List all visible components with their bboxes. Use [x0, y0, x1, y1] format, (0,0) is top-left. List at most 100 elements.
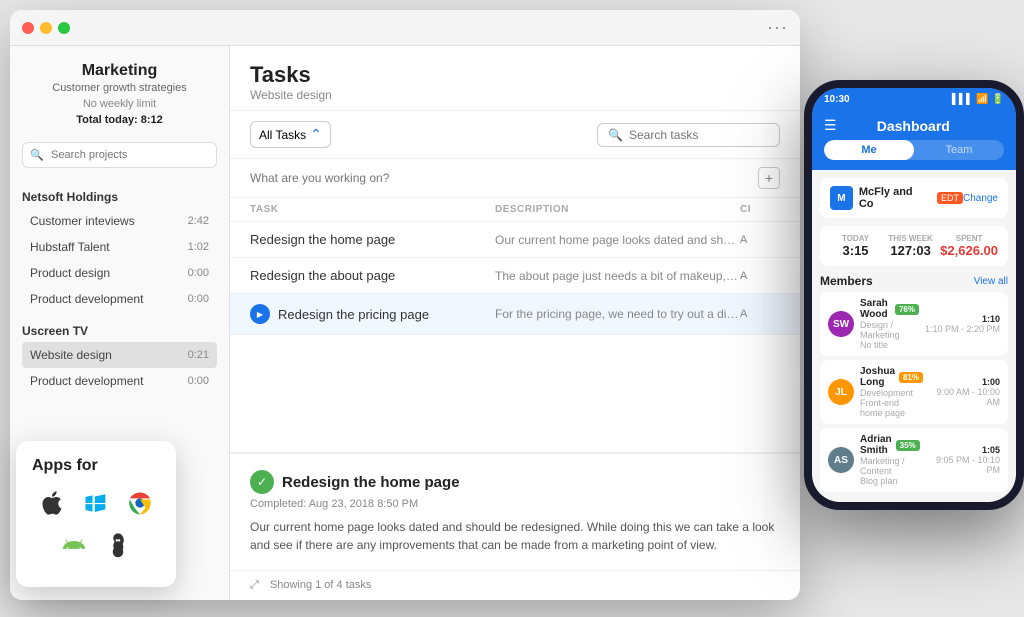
stat-week: THIS WEEK 127:03	[885, 234, 936, 258]
workspace-badge: EDT	[937, 192, 963, 204]
members-title: Members	[820, 274, 873, 288]
table-row[interactable]: ▶ Redesign the pricing page For the pric…	[230, 294, 800, 335]
task-filter-dropdown[interactable]: All Tasks ⌃	[250, 121, 331, 148]
projects-section-header: Projects View all	[820, 500, 1008, 502]
phone-screen: 10:30 ▌▌▌ 📶 🔋 ☰ Dashboard Me Team	[812, 88, 1016, 502]
member-role: Development	[860, 388, 923, 398]
member-time: 1:10 1:10 PM - 2:20 PM	[925, 314, 1000, 334]
task-desc: Our current home page looks dated and sh…	[495, 233, 740, 247]
member-badge: 35%	[896, 440, 920, 451]
page-subtitle: Website design	[250, 88, 780, 102]
footer-task-count: Showing 1 of 4 tasks	[270, 579, 372, 591]
member-role: Marketing / Content	[860, 456, 920, 476]
scene: ··· Marketing Customer growth strategies…	[0, 0, 1024, 617]
task-name: ▶ Redesign the pricing page	[250, 304, 495, 324]
detail-icon: ✓	[250, 470, 274, 494]
apps-row-1	[32, 487, 160, 519]
apple-icon[interactable]	[36, 487, 68, 519]
detail-text: Our current home page looks dated and sh…	[250, 518, 780, 554]
task-footer: ⤢ Showing 1 of 4 tasks	[230, 570, 800, 600]
phone-toggle-team[interactable]: Team	[914, 140, 1004, 160]
task-assign: A	[740, 270, 780, 282]
sidebar-item-product-design[interactable]: Product design 0:00	[22, 260, 217, 286]
sidebar-item-product-development-netsoft[interactable]: Product development 0:00	[22, 286, 217, 312]
window-menu-icon[interactable]: ···	[767, 17, 788, 38]
stat-week-value: 127:03	[885, 243, 936, 258]
mac-titlebar: ···	[10, 10, 800, 46]
task-search[interactable]: 🔍	[597, 123, 780, 147]
sidebar-title: Marketing	[26, 62, 213, 80]
sidebar-item-product-development-uscreen[interactable]: Product development 0:00	[22, 368, 217, 394]
task-play-button[interactable]: ▶	[250, 304, 270, 324]
signal-icon: ▌▌▌	[952, 94, 973, 105]
member-badge: 76%	[895, 304, 919, 315]
sidebar-item-website-design[interactable]: Website design 0:21	[22, 342, 217, 368]
list-item[interactable]: JL Joshua Long 81% Development Front-end…	[820, 360, 1008, 424]
apps-row-2	[32, 529, 160, 561]
list-item[interactable]: SW Sarah Wood 76% Design / Marketing No …	[820, 292, 1008, 356]
phone-workspace[interactable]: M McFly and Co EDT Change	[820, 178, 1008, 218]
search-icon: 🔍	[30, 149, 44, 162]
projects-view-all[interactable]: View all	[974, 502, 1008, 503]
task-desc: The about page just needs a bit of makeu…	[495, 269, 740, 283]
sidebar-search[interactable]: 🔍	[22, 142, 217, 168]
section-title-netsoft: Netsoft Holdings	[22, 186, 217, 208]
sidebar-item-customer-interviews[interactable]: Customer inteviews 2:42	[22, 208, 217, 234]
table-row[interactable]: Redesign the home page Our current home …	[230, 222, 800, 258]
detail-panel: ✓ Redesign the home page Completed: Aug …	[230, 452, 800, 570]
phone-body: M McFly and Co EDT Change TODAY 3:15 THI…	[812, 170, 1016, 502]
minimize-button[interactable]	[40, 22, 52, 34]
search-projects-input[interactable]	[22, 142, 217, 168]
expand-icon[interactable]: ⤢	[250, 579, 259, 591]
detail-meta: Completed: Aug 23, 2018 8:50 PM	[250, 498, 780, 510]
sidebar-section-uscreen: Uscreen TV Website design 0:21 Product d…	[10, 314, 229, 396]
task-assign: A	[740, 308, 780, 320]
windows-icon[interactable]	[80, 487, 112, 519]
member-time-main: 1:05	[926, 445, 1000, 455]
main-header: Tasks Website design	[230, 46, 800, 111]
member-name: Adrian Smith	[860, 434, 892, 456]
what-working-input[interactable]	[250, 171, 750, 185]
chrome-icon[interactable]	[124, 487, 156, 519]
member-info: Adrian Smith 35% Marketing / Content Blo…	[860, 434, 920, 486]
member-role: Design / Marketing	[860, 320, 919, 340]
sidebar-section-netsoft: Netsoft Holdings Customer inteviews 2:42…	[10, 180, 229, 314]
workspace-change-button[interactable]: Change	[963, 193, 998, 204]
table-row[interactable]: Redesign the about page The about page j…	[230, 258, 800, 294]
list-item[interactable]: AS Adrian Smith 35% Marketing / Content …	[820, 428, 1008, 492]
workspace-left: M McFly and Co EDT	[830, 186, 963, 210]
close-button[interactable]	[22, 22, 34, 34]
stat-spent: SPENT $2,626.00	[940, 234, 998, 258]
traffic-lights	[22, 22, 70, 34]
search-tasks-input[interactable]	[629, 128, 769, 142]
sidebar-item-hubstaff-talent[interactable]: Hubstaff Talent 1:02	[22, 234, 217, 260]
member-note: No title	[860, 340, 919, 350]
hamburger-menu-icon[interactable]: ☰	[824, 117, 837, 134]
member-info: Sarah Wood 76% Design / Marketing No tit…	[860, 298, 919, 350]
phone-time: 10:30	[824, 94, 850, 105]
member-time-range: 9:00 AM - 10:00 AM	[929, 387, 1000, 407]
phone-header: ☰ Dashboard Me Team	[812, 109, 1016, 170]
apps-overlay: Apps for	[16, 441, 176, 587]
what-working-bar[interactable]: +	[230, 159, 800, 198]
phone-me-team-toggle[interactable]: Me Team	[824, 140, 1004, 160]
android-icon[interactable]	[58, 529, 90, 561]
phone-status-bar: 10:30 ▌▌▌ 📶 🔋	[812, 88, 1016, 109]
task-table-header: TASK DESCRIPTION CI	[230, 198, 800, 222]
apps-overlay-title: Apps for	[32, 457, 160, 475]
col-header-task: TASK	[250, 204, 495, 215]
phone-stats: TODAY 3:15 THIS WEEK 127:03 SPENT $2,626…	[820, 226, 1008, 266]
stat-today-value: 3:15	[830, 243, 881, 258]
member-time: 1:05 9:05 PM - 10:10 PM	[926, 445, 1000, 475]
linux-icon[interactable]	[102, 529, 134, 561]
phone-toggle-me[interactable]: Me	[824, 140, 914, 160]
task-desc: For the pricing page, we need to try out…	[495, 307, 740, 321]
col-header-desc: DESCRIPTION	[495, 204, 740, 215]
members-view-all[interactable]: View all	[974, 276, 1008, 287]
phone-status-icons: ▌▌▌ 📶 🔋	[952, 94, 1004, 105]
add-task-button[interactable]: +	[758, 167, 780, 189]
detail-title: Redesign the home page	[282, 474, 460, 491]
member-time-range: 1:10 PM - 2:20 PM	[925, 324, 1000, 334]
battery-icon: 🔋	[992, 94, 1004, 105]
maximize-button[interactable]	[58, 22, 70, 34]
